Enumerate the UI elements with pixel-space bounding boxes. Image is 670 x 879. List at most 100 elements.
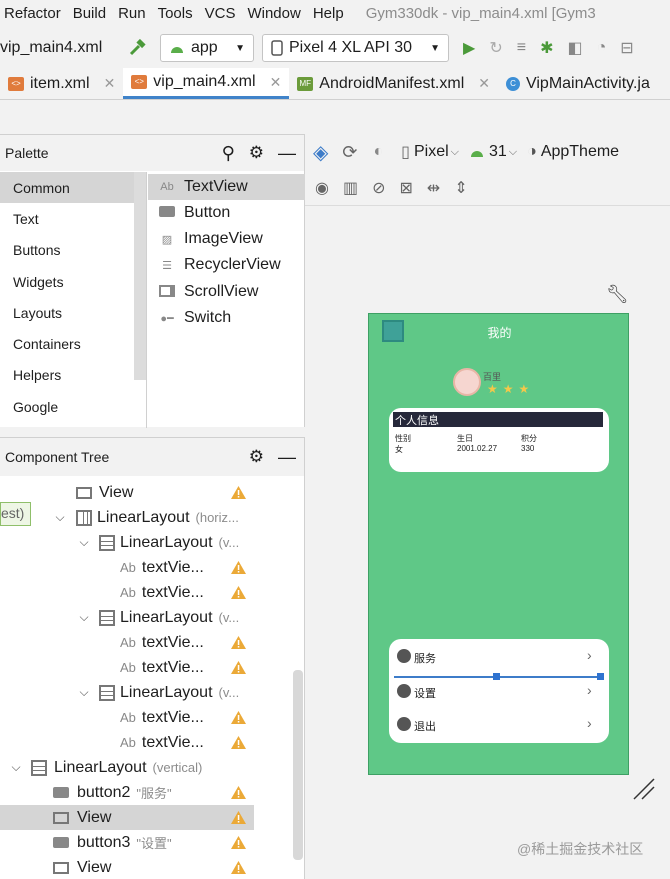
chevron-down-icon[interactable]: ⌵ — [9, 760, 23, 775]
tab-vip-main4-xml[interactable]: <> vip_main4.xml ✕ — [123, 68, 290, 99]
warning-icon[interactable] — [230, 835, 247, 850]
run-config-select[interactable]: app ▼ — [160, 34, 254, 62]
tree-row-linearlayout-vertical[interactable]: ⌵ LinearLayout (v... — [0, 680, 292, 705]
palette-category-helpers[interactable]: Helpers — [0, 359, 146, 390]
chevron-down-icon[interactable]: ⌵ — [77, 610, 91, 625]
apply-changes-icon[interactable]: ↻ — [489, 38, 502, 58]
tree-row-linearlayout-vertical[interactable]: ⌵ LinearLayout (vertical) — [0, 755, 292, 780]
close-icon[interactable]: ✕ — [270, 74, 282, 91]
warning-icon[interactable] — [230, 485, 247, 500]
warning-icon[interactable] — [230, 735, 247, 750]
wrench-icon[interactable]: 🔧︎ — [606, 284, 629, 305]
warning-icon[interactable] — [230, 635, 247, 650]
attach-debugger-icon[interactable]: ◧ — [567, 38, 582, 58]
resize-handle-icon[interactable] — [632, 777, 656, 801]
menu-vcs[interactable]: VCS — [199, 5, 242, 22]
tab-android-manifest[interactable]: MF AndroidManifest.xml ✕ — [289, 68, 498, 99]
palette-item-button[interactable]: Button — [148, 200, 305, 226]
tree-row-view-selected[interactable]: View — [0, 805, 254, 830]
menu-item-settings[interactable]: 设置 — [414, 685, 436, 701]
breadcrumb-file[interactable]: vip_main4.xml — [0, 39, 118, 57]
warning-icon[interactable] — [230, 560, 247, 575]
tree-row-textview[interactable]: Ab textVie... — [0, 705, 292, 730]
profiler-icon[interactable]: ◔ — [597, 39, 607, 57]
category-scrollbar[interactable] — [134, 172, 146, 380]
palette-category-common[interactable]: Common — [0, 172, 146, 203]
menu-refactor[interactable]: Refactor — [0, 5, 67, 22]
tree-row-textview[interactable]: Ab textVie... — [0, 580, 292, 605]
palette-category-widgets[interactable]: Widgets — [0, 266, 146, 297]
tree-row-button2[interactable]: button2 "服务" — [0, 780, 292, 805]
night-mode-icon[interactable]: ◐ — [373, 143, 383, 161]
gear-icon[interactable]: ⚙ — [249, 447, 264, 467]
tree-scrollbar[interactable] — [293, 670, 303, 860]
blueprint-icon[interactable]: ▥ — [343, 178, 358, 198]
selection-handle[interactable] — [597, 673, 604, 680]
device-select[interactable]: Pixel — [414, 143, 449, 161]
gear-icon[interactable]: ⚙ — [249, 143, 264, 163]
warning-icon[interactable] — [230, 860, 247, 875]
tree-row-view[interactable]: View — [0, 855, 292, 879]
menu-tools[interactable]: Tools — [152, 5, 199, 22]
close-icon[interactable]: ✕ — [104, 75, 116, 92]
palette-category-containers[interactable]: Containers — [0, 328, 146, 359]
palette-item-label: TextView — [184, 178, 248, 195]
menu-build[interactable]: Build — [67, 5, 112, 22]
warning-icon[interactable] — [230, 660, 247, 675]
menu-help[interactable]: Help — [307, 5, 350, 22]
tree-row-textview[interactable]: Ab textVie... — [0, 555, 292, 580]
layout-preview[interactable]: 我的 百里 ★★★ 个人信息 性别 女 生日 2001.02.27 积分 330… — [368, 313, 629, 775]
xml-file-icon: <> — [8, 76, 24, 91]
tree-row-linearlayout-vertical[interactable]: ⌵ LinearLayout (v... — [0, 530, 292, 555]
palette-item-scrollview[interactable]: ScrollView — [148, 279, 305, 305]
tree-row-linearlayout-horizontal[interactable]: ⌵ LinearLayout (horiz... — [0, 505, 292, 530]
palette-category-text[interactable]: Text — [0, 203, 146, 234]
tree-row-textview[interactable]: Ab textVie... — [0, 655, 292, 680]
device-select[interactable]: Pixel 4 XL API 30 ▼ — [262, 34, 449, 62]
hammer-icon[interactable] — [128, 39, 146, 57]
search-icon[interactable]: ⚲ — [222, 143, 235, 164]
api-level-select[interactable]: 31 — [489, 143, 507, 161]
magnet-icon[interactable]: ⊘ — [372, 178, 385, 198]
palette-category-layouts[interactable]: Layouts — [0, 297, 146, 328]
minimize-icon[interactable]: — — [278, 447, 296, 468]
tree-row-textview[interactable]: Ab textVie... — [0, 630, 292, 655]
tree-row-view[interactable]: View — [0, 480, 292, 505]
vertical-guides-icon[interactable]: ⇕ — [454, 178, 467, 198]
menu-item-logout[interactable]: 退出 — [414, 718, 436, 734]
debug-icon[interactable]: ✱ — [540, 38, 553, 58]
selection-handle[interactable] — [493, 673, 500, 680]
warning-icon[interactable] — [230, 585, 247, 600]
palette-item-recyclerview[interactable]: ☰ RecyclerView — [148, 252, 305, 278]
eye-icon[interactable]: ◉ — [315, 178, 329, 198]
palette-item-switch[interactable]: ●━ Switch — [148, 305, 305, 331]
menu-window[interactable]: Window — [241, 5, 306, 22]
chevron-down-icon[interactable]: ⌵ — [77, 535, 91, 550]
chevron-down-icon[interactable]: ⌵ — [53, 510, 67, 525]
palette-category-buttons[interactable]: Buttons — [0, 234, 146, 265]
tree-row-linearlayout-vertical[interactable]: ⌵ LinearLayout (v... — [0, 605, 292, 630]
clear-constraints-icon[interactable]: ⊠ — [400, 178, 413, 198]
warning-icon[interactable] — [230, 810, 247, 825]
device-manager-icon[interactable]: ⊟ — [620, 38, 633, 58]
palette-category-google[interactable]: Google — [0, 391, 146, 422]
palette-item-textview[interactable]: Ab TextView — [148, 174, 305, 200]
tab-item-xml[interactable]: <> item.xml ✕ — [0, 68, 123, 99]
theme-select[interactable]: AppTheme — [541, 143, 619, 161]
orientation-icon[interactable]: ⟳ — [342, 142, 357, 163]
horizontal-guides-icon[interactable]: ⇹ — [427, 178, 440, 198]
chevron-down-icon[interactable]: ⌵ — [77, 685, 91, 700]
palette-item-imageview[interactable]: ▨ ImageView — [148, 226, 305, 252]
warning-icon[interactable] — [230, 710, 247, 725]
warning-icon[interactable] — [230, 785, 247, 800]
menu-item-service[interactable]: 服务 — [414, 650, 436, 666]
minimize-icon[interactable]: — — [278, 143, 296, 164]
tree-row-textview[interactable]: Ab textVie... — [0, 730, 292, 755]
close-icon[interactable]: ✕ — [478, 75, 490, 92]
run-icon[interactable]: ▶ — [463, 38, 475, 58]
menu-run[interactable]: Run — [112, 5, 152, 22]
tree-row-button3[interactable]: button3 "设置" — [0, 830, 292, 855]
tab-vip-main-activity[interactable]: C VipMainActivity.ja — [498, 68, 658, 99]
layers-icon[interactable]: ◈ — [313, 140, 328, 165]
code-changes-icon[interactable]: ≡ — [517, 39, 526, 57]
